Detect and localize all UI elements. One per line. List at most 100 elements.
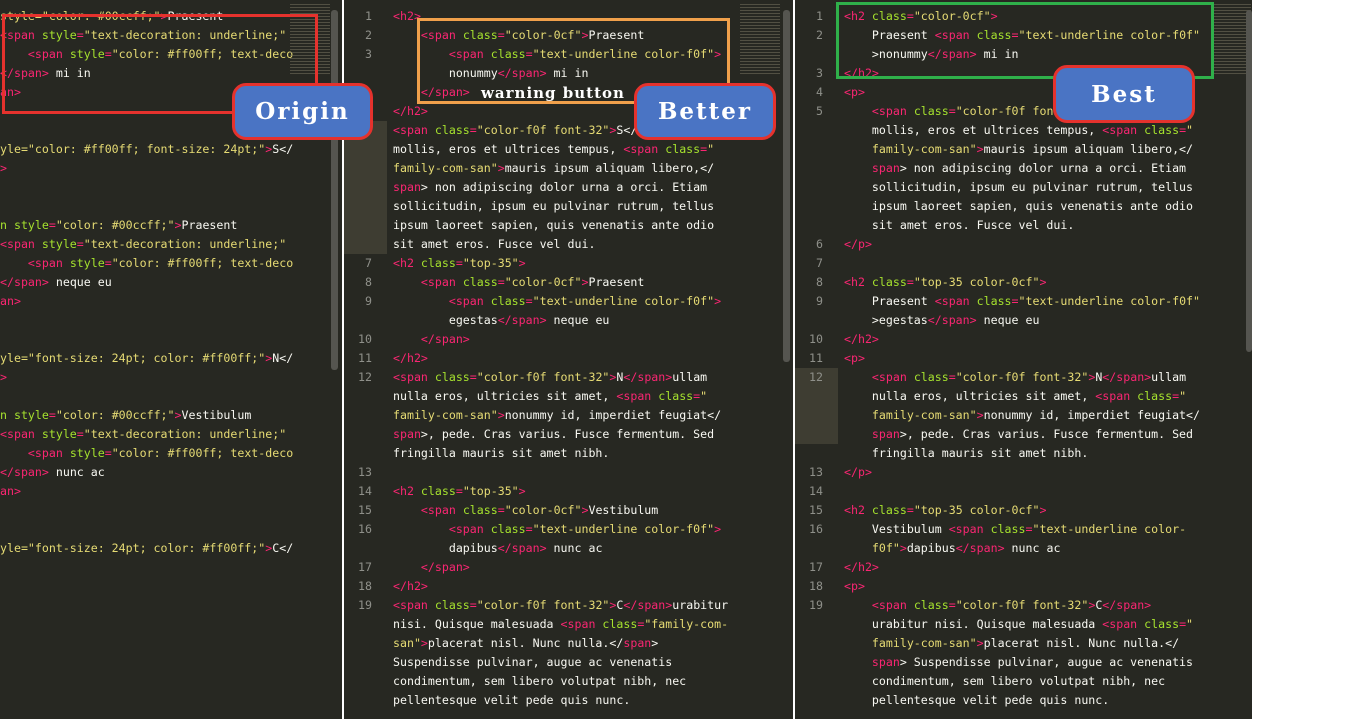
code-line[interactable]: <span class="color-0cf">Praesent xyxy=(393,273,728,292)
line-number: 7 xyxy=(816,256,823,270)
code-line[interactable]: <span class="color-f0f font-32">C</span> xyxy=(844,596,1200,615)
code-line[interactable]: yle="color: #ff00ff; font-size: 24pt;">S… xyxy=(0,140,293,159)
code-line[interactable]: </p> xyxy=(844,463,1200,482)
code-line[interactable]: ​ xyxy=(393,463,728,482)
code-line[interactable]: </span> nunc ac xyxy=(0,463,293,482)
code-line[interactable]: Suspendisse pulvinar, augue ac venenatis xyxy=(393,653,728,672)
code-line[interactable]: <span class="color-f0f font-32">N</span>… xyxy=(844,368,1200,387)
code-line[interactable]: family-com-san">mauris ipsum aliquam lib… xyxy=(393,159,728,178)
code-line[interactable]: sit amet eros. Fusce vel dui. xyxy=(393,235,728,254)
code-line[interactable]: <span class="color-f0f font-32">N</span>… xyxy=(393,368,728,387)
code-line[interactable]: family-com-san">placerat nisl. Nunc null… xyxy=(844,634,1200,653)
code-line[interactable]: span> non adipiscing dolor urna a orci. … xyxy=(844,159,1200,178)
code-line[interactable]: condimentum, sem libero volutpat nibh, n… xyxy=(393,672,728,691)
code-line[interactable]: > xyxy=(0,159,293,178)
code-line[interactable]: ​ xyxy=(0,178,293,197)
code-token: Suspendisse pulvinar, augue ac venenatis xyxy=(393,655,673,669)
code-token: " xyxy=(1179,389,1187,403)
code-token: <p> xyxy=(844,579,865,593)
code-line[interactable]: <span class="color-f0f font-32">C</span>… xyxy=(393,596,728,615)
code-line[interactable]: fringilla mauris sit amet nibh. xyxy=(844,444,1200,463)
code-line[interactable]: family-com-san">mauris ipsum aliquam lib… xyxy=(844,140,1200,159)
code-line[interactable]: Vestibulum <span class="text-underline c… xyxy=(844,520,1200,539)
code-line[interactable]: pellentesque velit pede quis nunc. xyxy=(844,691,1200,710)
code-line[interactable]: condimentum, sem libero volutpat nibh, n… xyxy=(844,672,1200,691)
code-line[interactable]: f0f">dapibus</span> nunc ac xyxy=(844,539,1200,558)
code-line[interactable]: <h2 class="top-35"> xyxy=(393,254,728,273)
code-token: >, pede. Cras varius. Fusce fermentum. S… xyxy=(899,427,1194,441)
code-token: = xyxy=(906,275,914,289)
code-line[interactable]: sit amet eros. Fusce vel dui. xyxy=(844,216,1200,235)
code-line[interactable]: >egestas</span> neque eu xyxy=(844,311,1200,330)
code-line[interactable]: </p> xyxy=(844,235,1200,254)
code-line[interactable]: </span> xyxy=(393,330,728,349)
minimap-best[interactable] xyxy=(1211,4,1251,74)
code-line[interactable]: an> xyxy=(0,482,293,501)
code-line[interactable]: <span class="color-0cf">Vestibulum xyxy=(393,501,728,520)
code-token: " xyxy=(707,142,715,156)
code-line[interactable]: <span style="color: #ff00ff; text-deco xyxy=(0,444,293,463)
code-line[interactable]: family-com-san">nonummy id, imperdiet fe… xyxy=(844,406,1200,425)
code-line[interactable]: </span> xyxy=(393,558,728,577)
code-line[interactable]: san">placerat nisl. Nunc nulla.</span> xyxy=(393,634,728,653)
code-line[interactable]: </h2> xyxy=(844,330,1200,349)
code-line[interactable]: </h2> xyxy=(393,577,728,596)
code-line[interactable]: fringilla mauris sit amet nibh. xyxy=(393,444,728,463)
minimap-better[interactable] xyxy=(740,4,780,74)
scrollbar-origin[interactable] xyxy=(331,10,338,370)
scrollbar-best[interactable] xyxy=(1246,10,1252,352)
code-line[interactable]: yle="font-size: 24pt; color: #ff00ff;">C… xyxy=(0,539,293,558)
code-line[interactable]: <h2 class="top-35"> xyxy=(393,482,728,501)
code-line[interactable]: span> non adipiscing dolor urna a orci. … xyxy=(393,178,728,197)
code-line[interactable]: ​ xyxy=(0,197,293,216)
code-line[interactable]: n style="color: #00ccff;">Praesent xyxy=(0,216,293,235)
code-line[interactable]: ​ xyxy=(0,520,293,539)
scrollbar-better[interactable] xyxy=(783,10,790,362)
code-line[interactable]: <p> xyxy=(844,349,1200,368)
line-number: 9 xyxy=(365,294,372,308)
code-line[interactable]: <h2 class="top-35 color-0cf"> xyxy=(844,273,1200,292)
code-line[interactable]: <span style="text-decoration: underline;… xyxy=(0,235,293,254)
code-line[interactable]: <span class="text-underline color-f0f"> xyxy=(393,292,728,311)
code-line[interactable]: <span class="text-underline color-f0f"> xyxy=(393,520,728,539)
code-line[interactable]: ​ xyxy=(0,501,293,520)
code-line[interactable]: egestas</span> neque eu xyxy=(393,311,728,330)
code-line[interactable]: mollis, eros et ultrices tempus, <span c… xyxy=(844,121,1200,140)
code-line[interactable]: > xyxy=(0,368,293,387)
code-line[interactable]: span>, pede. Cras varius. Fusce fermentu… xyxy=(844,425,1200,444)
code-line[interactable]: span> Suspendisse pulvinar, augue ac ven… xyxy=(844,653,1200,672)
code-line[interactable]: Praesent <span class="text-underline col… xyxy=(844,292,1200,311)
code-line[interactable]: ​ xyxy=(0,311,293,330)
code-line[interactable]: ​ xyxy=(844,482,1200,501)
code-line[interactable]: ipsum laoreet sapien, quis venenatis ant… xyxy=(393,216,728,235)
code-token: > xyxy=(651,636,659,650)
code-line[interactable]: <span style="color: #ff00ff; text-deco xyxy=(0,254,293,273)
code-line[interactable]: ​ xyxy=(844,254,1200,273)
code-line[interactable]: sollicitudin, ipsum eu pulvinar rutrum, … xyxy=(844,178,1200,197)
code-line[interactable]: yle="font-size: 24pt; color: #ff00ff;">N… xyxy=(0,349,293,368)
code-token: "color-f0f font-32" xyxy=(476,123,610,137)
code-line[interactable]: mollis, eros et ultrices tempus, <span c… xyxy=(393,140,728,159)
code-line[interactable]: <p> xyxy=(844,577,1200,596)
code-line[interactable]: nulla eros, ultricies sit amet, <span cl… xyxy=(844,387,1200,406)
code-line[interactable]: </h2> xyxy=(393,349,728,368)
code-token: "top-35 color-0cf" xyxy=(913,275,1040,289)
code-line[interactable]: family-com-san">nonummy id, imperdiet fe… xyxy=(393,406,728,425)
code-line[interactable]: </h2> xyxy=(844,558,1200,577)
code-line[interactable]: dapibus</span> nunc ac xyxy=(393,539,728,558)
code-line[interactable]: sollicitudin, ipsum eu pulvinar rutrum, … xyxy=(393,197,728,216)
code-line[interactable]: urabitur nisi. Quisque malesuada <span c… xyxy=(844,615,1200,634)
code-line[interactable]: span>, pede. Cras varius. Fusce fermentu… xyxy=(393,425,728,444)
code-line[interactable]: <span style="text-decoration: underline;… xyxy=(0,425,293,444)
code-line[interactable]: nulla eros, ultricies sit amet, <span cl… xyxy=(393,387,728,406)
code-line[interactable]: ​ xyxy=(0,330,293,349)
code-line[interactable]: ipsum laoreet sapien, quis venenatis ant… xyxy=(844,197,1200,216)
code-line[interactable]: </span> neque eu xyxy=(0,273,293,292)
code-token: <h2 xyxy=(844,503,872,517)
code-line[interactable]: pellentesque velit pede quis nunc. xyxy=(393,691,728,710)
code-line[interactable]: <h2 class="top-35 color-0cf"> xyxy=(844,501,1200,520)
code-line[interactable]: n style="color: #00ccff;">Vestibulum xyxy=(0,406,293,425)
code-line[interactable]: an> xyxy=(0,292,293,311)
code-line[interactable]: ​ xyxy=(0,387,293,406)
code-line[interactable]: nisi. Quisque malesuada <span class="fam… xyxy=(393,615,728,634)
